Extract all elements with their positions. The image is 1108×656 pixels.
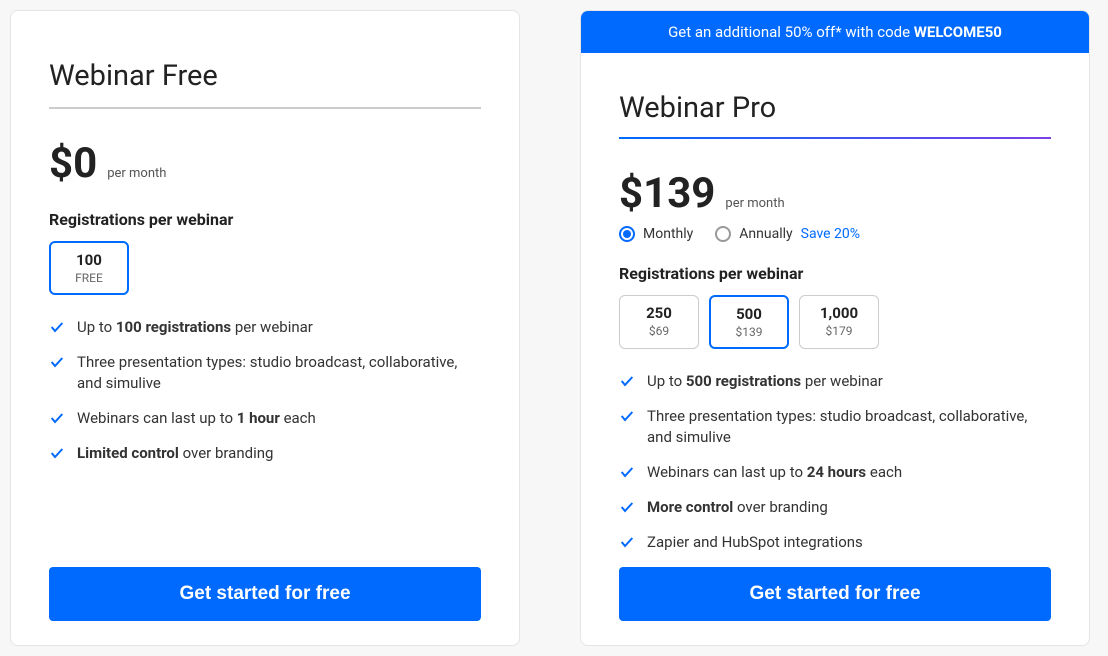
tier-count: 1,000 (804, 304, 874, 322)
check-icon (619, 373, 635, 389)
price: $0 (49, 139, 97, 188)
feature-text: Up to 100 registrations per webinar (77, 317, 313, 338)
check-icon (49, 319, 65, 335)
feature-item: Up to 100 registrations per webinar (49, 317, 481, 338)
tier-selector: 100 FREE (49, 241, 481, 295)
promo-code: WELCOME50 (914, 23, 1002, 41)
plan-card-free: Webinar Free $0 per month Registrations … (10, 10, 520, 646)
feature-item: Webinars can last up to 1 hour each (49, 408, 481, 429)
tier-count: 250 (624, 304, 694, 322)
check-icon (619, 464, 635, 480)
promo-text: Get an additional 50% off* with code (668, 23, 914, 41)
save-badge: Save 20% (801, 226, 860, 242)
check-icon (49, 445, 65, 461)
cta-button[interactable]: Get started for free (619, 567, 1051, 621)
feature-item: Webinars can last up to 24 hours each (619, 462, 1051, 483)
tier-option[interactable]: 100 FREE (49, 241, 129, 295)
tier-price: $139 (715, 325, 783, 339)
tier-price: $69 (624, 324, 694, 338)
feature-text: Webinars can last up to 24 hours each (647, 462, 902, 483)
feature-text: Three presentation types: studio broadca… (77, 352, 481, 394)
check-icon (619, 534, 635, 550)
feature-item: Up to 500 registrations per webinar (619, 371, 1051, 392)
feature-item: Zapier and HubSpot integrations (619, 532, 1051, 553)
card-body: Webinar Free $0 per month Registrations … (11, 11, 519, 645)
tier-selector: 250$69500$1391,000$179 (619, 295, 1051, 349)
feature-text: Limited control over branding (77, 443, 273, 464)
feature-list: Up to 100 registrations per webinar Three… (49, 317, 481, 478)
feature-text: Webinars can last up to 1 hour each (77, 408, 316, 429)
feature-item: Limited control over branding (49, 443, 481, 464)
feature-item: More control over branding (619, 497, 1051, 518)
price-row: $139 per month (619, 169, 1051, 218)
registrations-label: Registrations per webinar (49, 210, 481, 229)
promo-banner: Get an additional 50% off* with code WEL… (581, 11, 1089, 53)
plan-card-pro: Get an additional 50% off* with code WEL… (580, 10, 1090, 646)
billing-annually-label: Annually (739, 226, 792, 242)
price-row: $0 per month (49, 139, 481, 188)
price: $139 (619, 169, 715, 218)
check-icon (49, 354, 65, 370)
tier-count: 100 (55, 251, 123, 269)
card-body: Webinar Pro $139 per month Monthly Annua… (581, 53, 1089, 645)
check-icon (619, 499, 635, 515)
feature-list: Up to 500 registrations per webinar Three… (619, 371, 1051, 567)
feature-text: More control over branding (647, 497, 828, 518)
price-period: per month (107, 166, 166, 181)
plan-title: Webinar Free (49, 59, 481, 109)
radio-icon (619, 226, 635, 242)
feature-item: Three presentation types: studio broadca… (49, 352, 481, 394)
feature-item: Three presentation types: studio broadca… (619, 406, 1051, 448)
tier-count: 500 (715, 305, 783, 323)
billing-annually-radio[interactable]: Annually Save 20% (715, 226, 860, 242)
check-icon (619, 408, 635, 424)
registrations-label: Registrations per webinar (619, 264, 1051, 283)
feature-text: Three presentation types: studio broadca… (647, 406, 1051, 448)
feature-text: Zapier and HubSpot integrations (647, 532, 863, 553)
tier-price: $179 (804, 324, 874, 338)
check-icon (49, 410, 65, 426)
radio-icon (715, 226, 731, 242)
tier-price: FREE (55, 271, 123, 285)
feature-text: Up to 500 registrations per webinar (647, 371, 883, 392)
pricing-cards: Webinar Free $0 per month Registrations … (10, 10, 1098, 646)
billing-monthly-radio[interactable]: Monthly (619, 226, 693, 242)
tier-option[interactable]: 250$69 (619, 295, 699, 349)
plan-title: Webinar Pro (619, 91, 1051, 139)
price-period: per month (725, 196, 784, 211)
billing-toggle: Monthly Annually Save 20% (619, 226, 1051, 242)
billing-monthly-label: Monthly (643, 226, 693, 242)
cta-button[interactable]: Get started for free (49, 567, 481, 621)
tier-option[interactable]: 500 $139 (709, 295, 789, 349)
tier-option[interactable]: 1,000 $179 (799, 295, 879, 349)
